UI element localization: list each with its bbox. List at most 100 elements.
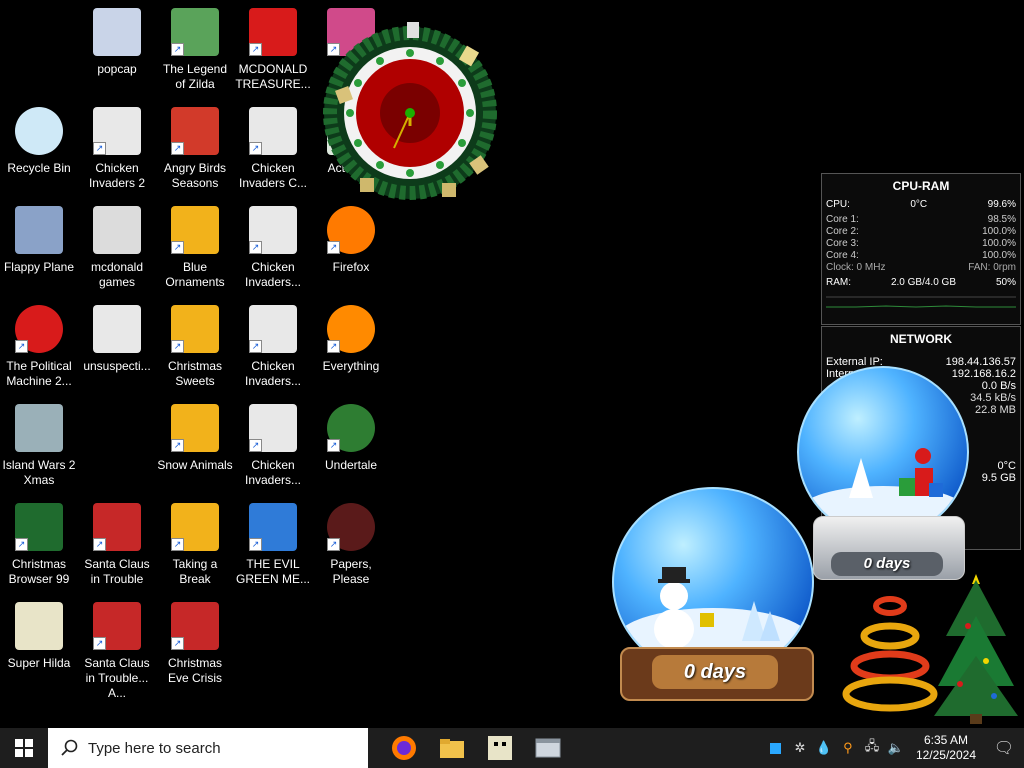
core-label: Core 3:	[826, 238, 859, 249]
shortcut-arrow-icon: ↗	[249, 142, 262, 155]
desktop-icon-label: Island Wars 2 Xmas	[2, 458, 76, 487]
desktop-icon-label: Chicken Invaders 2	[88, 161, 146, 190]
desktop-icon-label: Christmas Sweets	[167, 359, 222, 388]
taskbar-firefox[interactable]	[380, 728, 428, 768]
shortcut-arrow-icon: ↗	[171, 142, 184, 155]
notifications-icon[interactable]: 🗨	[984, 728, 1024, 768]
cpu-ram-title: CPU-RAM	[892, 179, 950, 193]
desktop-icon-label: Everything	[322, 359, 380, 373]
desktop-icon[interactable]: ↗ Chicken Invaders...	[234, 400, 312, 496]
taskbar-app-window[interactable]	[524, 728, 572, 768]
taskbar-super-hilda[interactable]	[476, 728, 524, 768]
shortcut-arrow-icon: ↗	[249, 538, 262, 551]
super-hilda-icon	[15, 602, 63, 650]
shortcut-arrow-icon: ↗	[327, 241, 340, 254]
core-label: Core 4:	[826, 250, 859, 261]
snow-globe-left[interactable]: 0 days	[612, 487, 818, 702]
tray-volume-icon[interactable]: 🔈	[884, 728, 908, 768]
desktop-icon[interactable]: ↗ THE EVIL GREEN ME...	[234, 499, 312, 595]
desktop-icon[interactable]: popcap	[78, 4, 156, 100]
desktop-icon[interactable]: ↗ Snow Animals	[156, 400, 234, 496]
desktop-icon-label: Santa Claus in Trouble	[84, 557, 150, 586]
desktop-icon[interactable]: ↗ Chicken Invaders C...	[234, 103, 312, 199]
desktop-icon[interactable]: Recycle Bin	[0, 103, 78, 199]
zilda-icon: ↗	[171, 8, 219, 56]
search-icon	[61, 739, 78, 756]
desktop-icon[interactable]: ↗ The Legend of Zilda	[156, 4, 234, 100]
desktop-icon[interactable]: unsuspecti...	[78, 301, 156, 397]
desktop-icon-label: Chicken Invaders...	[244, 260, 302, 289]
shortcut-arrow-icon: ↗	[15, 538, 28, 551]
desktop-icon[interactable]: ↗ Santa Claus in Trouble... A...	[78, 598, 156, 700]
start-button[interactable]	[0, 728, 48, 768]
desktop-icon[interactable]: ↗ Christmas Sweets	[156, 301, 234, 397]
folder-icon	[93, 206, 141, 254]
core-row: Core 2: 100.0%	[822, 226, 1020, 238]
chicken-invaders-icon: ↗	[249, 305, 297, 353]
cpu-label: CPU:	[826, 199, 850, 210]
shortcut-arrow-icon: ↗	[93, 538, 106, 551]
santa-icon: ↗	[93, 503, 141, 551]
taskbar-clock[interactable]: 6:35 AM 12/25/2024	[908, 733, 984, 763]
app-window-icon	[535, 738, 561, 758]
desktop-icon[interactable]: ↗ Papers, Please	[312, 499, 390, 595]
tray-settings-icon[interactable]: ✲	[788, 728, 812, 768]
desktop-icon[interactable]: ↗ Christmas Eve Crisis	[156, 598, 234, 694]
desktop-icon[interactable]: Island Wars 2 Xmas	[0, 400, 78, 496]
game-icon: ↗	[171, 206, 219, 254]
shortcut-arrow-icon: ↗	[249, 439, 262, 452]
desktop-icon[interactable]: ↗ Blue Ornaments	[156, 202, 234, 298]
desktop-icon[interactable]: Flappy Plane	[0, 202, 78, 298]
desktop-icon[interactable]: mcdonald games	[78, 202, 156, 298]
game-icon: ↗	[171, 305, 219, 353]
desktop-icon[interactable]: ↗ Everything	[312, 301, 390, 397]
core-row: Core 4: 100.0%	[822, 250, 1020, 262]
desktop-icon-label: Firefox	[332, 260, 370, 274]
chicken-invaders-icon: ↗	[249, 107, 297, 155]
taskbar-search-box[interactable]: Type here to search	[48, 728, 368, 768]
cpu-percent: 99.6%	[987, 199, 1016, 210]
christmas-browser-icon: ↗	[15, 503, 63, 551]
presents-icon	[849, 448, 943, 498]
desktop-icon-label: Chicken Invaders...	[244, 458, 302, 487]
desktop-icon[interactable]: ↗ MCDONALD TREASURE...	[234, 4, 312, 100]
desktop-icon[interactable]: ↗ Angry Birds Seasons	[156, 103, 234, 199]
tray-square-icon[interactable]	[764, 728, 788, 768]
desktop-icon-label: Super Hilda	[7, 656, 71, 670]
rate2-value: 34.5 kB/s	[970, 392, 1016, 404]
cpu-ram-gadget[interactable]: CPU-RAM CPU: 0°C 99.6% Core 1: 98.5% Core …	[821, 173, 1021, 325]
desktop-icon[interactable]: ↗ Christmas Browser 99	[0, 499, 78, 595]
fan-speed: FAN: 0rpm	[968, 262, 1016, 273]
desktop-icon[interactable]: ↗ Taking a Break	[156, 499, 234, 595]
santa-icon: ↗	[93, 602, 141, 650]
desktop-icon[interactable]: ↗ The Political Machine 2...	[0, 301, 78, 397]
shortcut-arrow-icon: ↗	[249, 340, 262, 353]
temp-value: 0°C	[997, 460, 1016, 472]
search-placeholder: Type here to search	[88, 739, 221, 757]
desktop-icon[interactable]: ↗ Santa Claus in Trouble	[78, 499, 156, 595]
tray-drop-icon[interactable]: 💧	[812, 728, 836, 768]
desktop-icon[interactable]: ↗ Undertale	[312, 400, 390, 496]
christmas-tree-icon	[934, 574, 1018, 724]
clock-speed: Clock: 0 MHz	[826, 262, 886, 273]
desktop-icon[interactable]: ↗ Chicken Invaders 2	[78, 103, 156, 199]
clock-gadget[interactable]	[312, 8, 508, 218]
taskbar-file-explorer[interactable]	[428, 728, 476, 768]
desktop-icon-label: Papers, Please	[330, 557, 372, 586]
shortcut-arrow-icon: ↗	[171, 439, 184, 452]
desktop-icon[interactable]: ↗ Chicken Invaders...	[234, 301, 312, 397]
snow-globe-right[interactable]: 0 days	[797, 366, 973, 584]
shortcut-arrow-icon: ↗	[171, 241, 184, 254]
desktop[interactable]: popcap ↗ The Legend of Zilda ↗ MCDONALD TREA…	[0, 0, 1024, 728]
tray-network-icon[interactable]: 🖧	[860, 728, 884, 768]
core-row: Core 3: 100.0%	[822, 238, 1020, 250]
shortcut-arrow-icon: ↗	[93, 142, 106, 155]
desktop-icon[interactable]: Super Hilda	[0, 598, 78, 694]
desktop-icon-label: Undertale	[324, 458, 378, 472]
days-counter-left: 0 days	[652, 655, 778, 689]
tray-search-icon[interactable]: ⚲	[836, 728, 860, 768]
desktop-icon-label: Chicken Invaders...	[244, 359, 302, 388]
desktop-icon-label: The Legend of Zilda	[162, 62, 228, 91]
desktop-icon-label: MCDONALD TREASURE...	[235, 62, 311, 91]
desktop-icon[interactable]: ↗ Chicken Invaders...	[234, 202, 312, 298]
